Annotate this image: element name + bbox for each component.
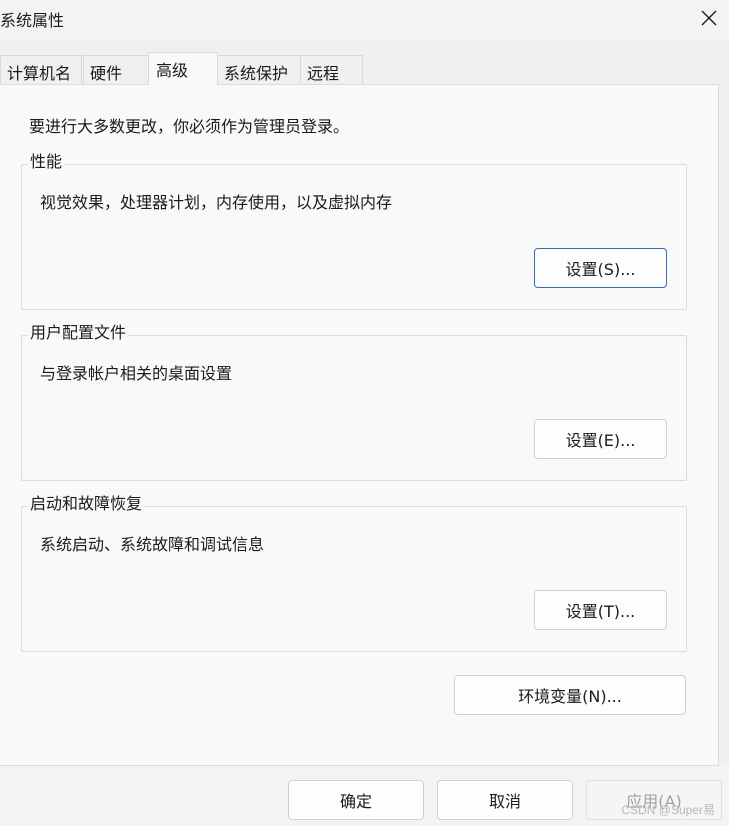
- system-properties-window: 系统属性 计算机名 硬件 高级 系统保护 远程 要进行大多数更改，你必须作为管理…: [0, 0, 729, 826]
- performance-settings-button[interactable]: 设置(S)...: [534, 248, 667, 288]
- tab-label: 系统保护: [224, 64, 289, 83]
- cancel-button[interactable]: 取消: [437, 780, 573, 820]
- tab-remote[interactable]: 远程: [300, 55, 363, 84]
- user-profiles-settings-button[interactable]: 设置(E)...: [534, 419, 667, 459]
- user-profiles-title: 用户配置文件: [28, 323, 129, 343]
- close-button[interactable]: [689, 0, 729, 36]
- dialog-footer: 确定 取消 应用(A) CSDN @Super易: [0, 766, 729, 826]
- user-profiles-group: 用户配置文件 与登录帐户相关的桌面设置 设置(E)...: [21, 323, 687, 481]
- startup-recovery-settings-button[interactable]: 设置(T)...: [534, 590, 667, 630]
- group-border: [21, 335, 687, 481]
- close-icon: [701, 10, 717, 26]
- user-profiles-description: 与登录帐户相关的桌面设置: [40, 364, 233, 383]
- environment-variables-button[interactable]: 环境变量(N)...: [454, 675, 686, 715]
- watermark: CSDN @Super易: [621, 803, 715, 817]
- ok-button[interactable]: 确定: [288, 780, 424, 820]
- tab-label: 高级: [156, 61, 189, 80]
- tab-system-protection[interactable]: 系统保护: [217, 55, 301, 84]
- performance-title: 性能: [28, 152, 65, 172]
- advanced-tab-panel: 要进行大多数更改，你必须作为管理员登录。 性能 视觉效果，处理器计划，内存使用，…: [0, 84, 719, 766]
- tab-strip: 计算机名 硬件 高级 系统保护 远程: [0, 52, 729, 85]
- tab-label: 远程: [307, 64, 340, 83]
- admin-notice: 要进行大多数更改，你必须作为管理员登录。: [29, 117, 350, 136]
- performance-description: 视觉效果，处理器计划，内存使用，以及虚拟内存: [40, 193, 393, 212]
- startup-recovery-description: 系统启动、系统故障和调试信息: [40, 535, 265, 554]
- group-border: [21, 164, 687, 310]
- group-border: [21, 506, 687, 652]
- tab-label: 计算机名: [7, 64, 72, 83]
- performance-group: 性能 视觉效果，处理器计划，内存使用，以及虚拟内存 设置(S)...: [21, 152, 687, 310]
- startup-recovery-group: 启动和故障恢复 系统启动、系统故障和调试信息 设置(T)...: [21, 494, 687, 652]
- tab-computer-name[interactable]: 计算机名: [0, 55, 82, 84]
- tab-label: 硬件: [90, 64, 123, 83]
- tab-advanced[interactable]: 高级: [148, 52, 218, 85]
- title-bar: 系统属性: [0, 0, 729, 40]
- tab-hardware[interactable]: 硬件: [83, 55, 149, 84]
- window-title: 系统属性: [0, 11, 65, 30]
- startup-recovery-title: 启动和故障恢复: [28, 494, 145, 514]
